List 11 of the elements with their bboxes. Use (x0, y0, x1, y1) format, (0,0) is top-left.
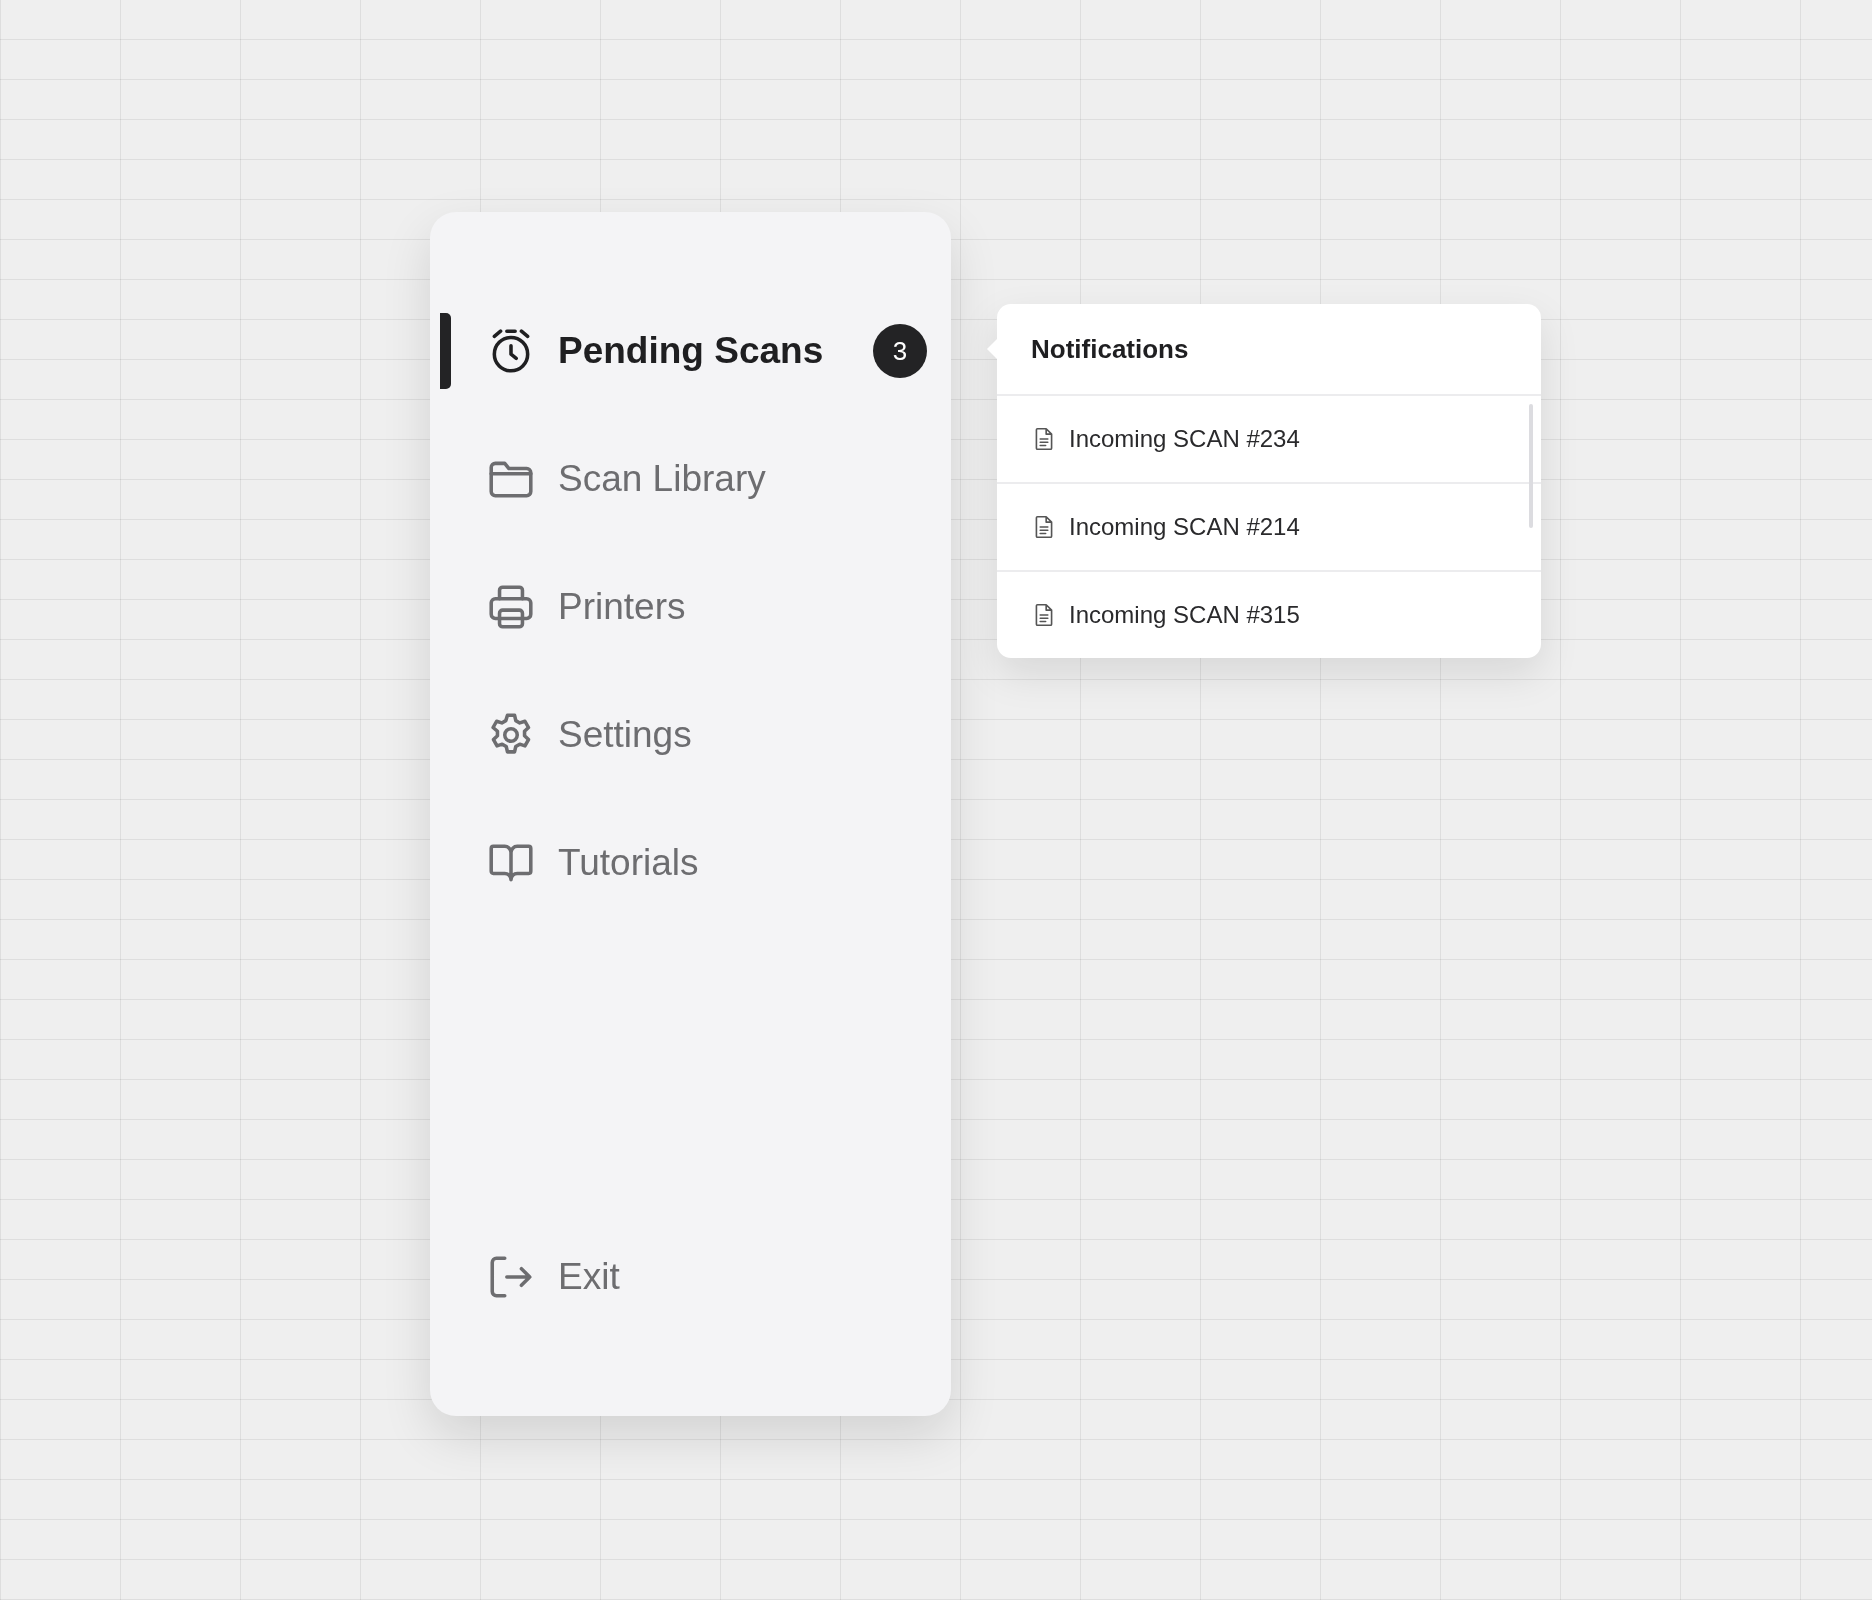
sidebar-item[interactable]: Printers (486, 569, 927, 645)
notification-item[interactable]: Incoming SCAN #315 (997, 572, 1541, 658)
count-badge: 3 (873, 324, 927, 378)
popover-title: Notifications (997, 304, 1541, 396)
sidebar-item[interactable]: Exit (486, 1239, 927, 1315)
sidebar-item[interactable]: Settings (486, 697, 927, 773)
sidebar-item[interactable]: Pending Scans 3 (486, 313, 927, 389)
printer-icon (486, 582, 536, 632)
scrollbar[interactable] (1529, 404, 1533, 528)
sidebar-item[interactable]: Scan Library (486, 441, 927, 517)
sidebar-item[interactable]: Tutorials (486, 825, 927, 901)
